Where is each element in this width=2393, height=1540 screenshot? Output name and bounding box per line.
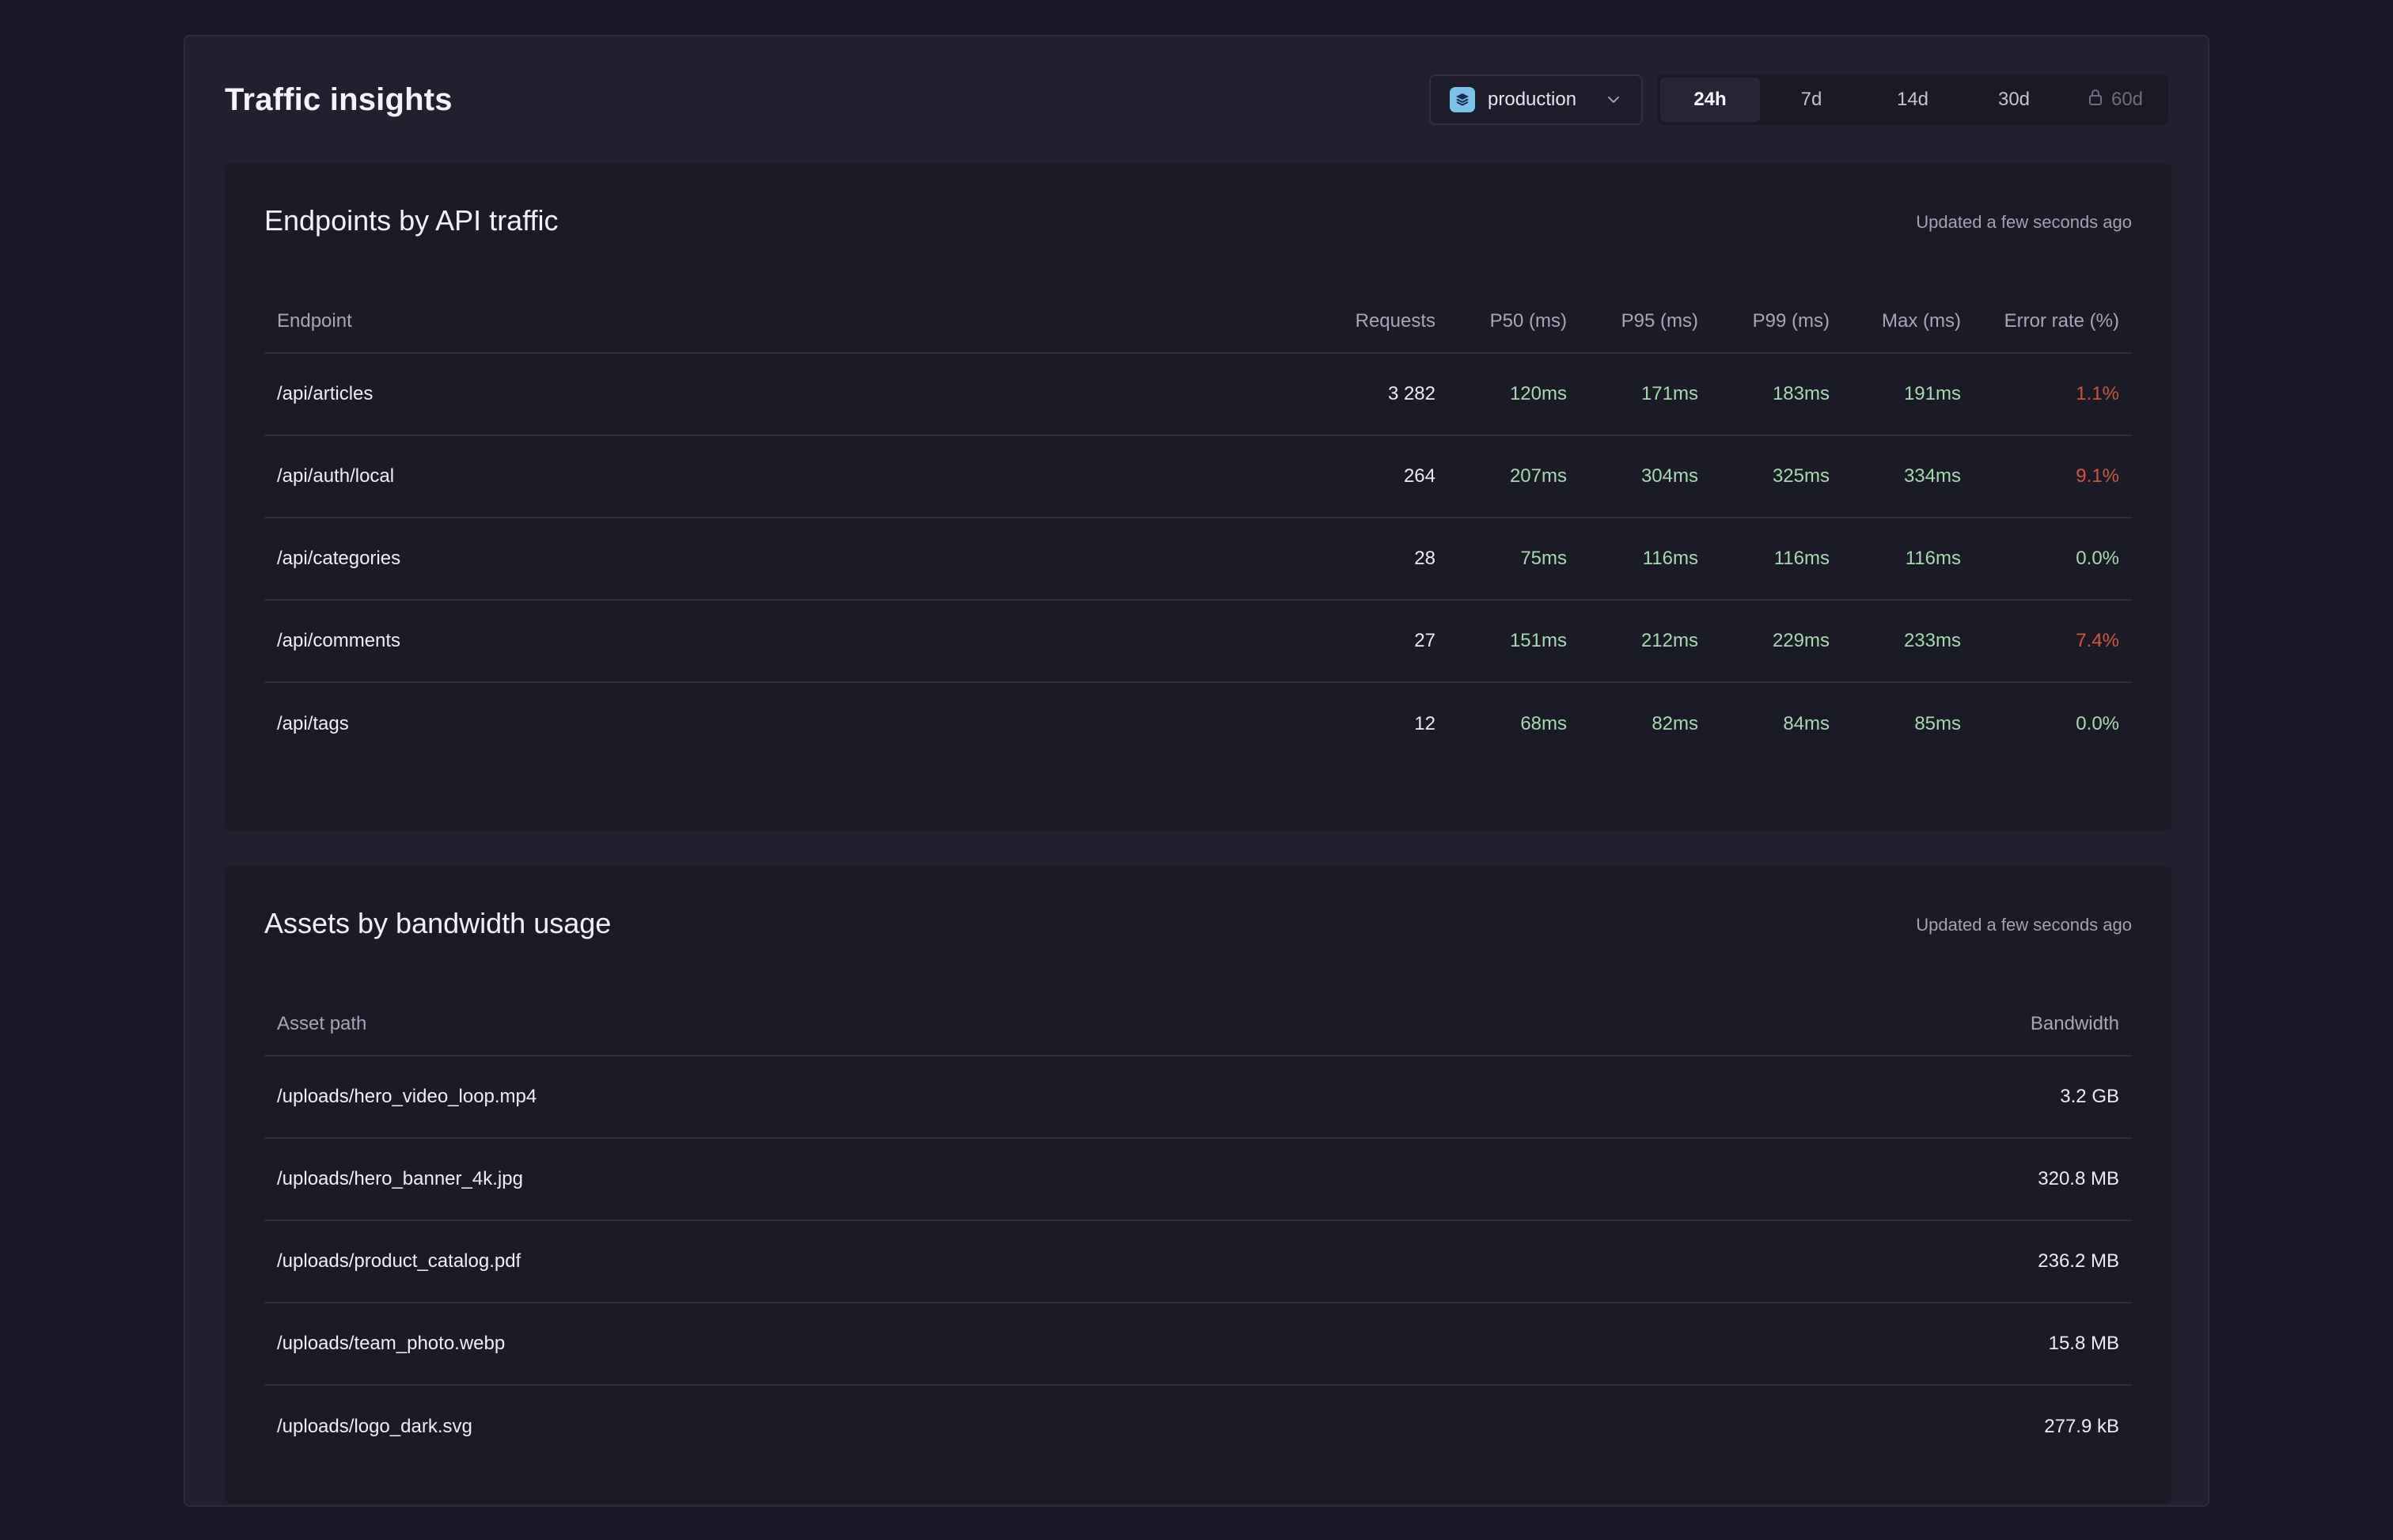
requests-cell: 3 282 — [1318, 353, 1448, 436]
range-label: 60d — [2110, 89, 2144, 110]
p99-cell: 84ms — [1783, 712, 1830, 734]
endpoint-cell: /api/auth/local — [264, 435, 1318, 518]
stack-icon — [1450, 87, 1475, 112]
table-row[interactable]: /api/comments 27 151ms 212ms 229ms 233ms 7.4% — [264, 600, 2132, 683]
bandwidth-cell: 320.8 MB — [1894, 1138, 2132, 1221]
error-rate-cell: 0.0% — [1974, 518, 2132, 601]
p50-cell: 68ms — [1520, 712, 1567, 734]
bandwidth-cell: 15.8 MB — [1894, 1303, 2132, 1386]
p50-cell: 151ms — [1448, 600, 1580, 683]
asset-path-cell: /uploads/hero_banner_4k.jpg — [264, 1138, 1894, 1221]
p95-cell: 212ms — [1580, 600, 1711, 683]
endpoint-cell: /api/comments — [264, 600, 1318, 683]
asset-path-cell: /uploads/product_catalog.pdf — [264, 1220, 1894, 1303]
col-requests[interactable]: Requests — [1318, 290, 1448, 354]
error-rate-cell: 7.4% — [1974, 600, 2132, 683]
p99-cell: 116ms — [1711, 518, 1842, 601]
endpoint-cell: /api/categories — [264, 518, 1318, 601]
asset-path-cell: /uploads/team_photo.webp — [264, 1303, 1894, 1386]
assets-title: Assets by bandwidth usage — [264, 907, 612, 939]
range-60d[interactable]: 60d — [2065, 78, 2165, 122]
p95-cell: 82ms — [1652, 712, 1698, 734]
table-row[interactable]: /api/articles 3 282 120ms 171ms 183ms 191ms 1.… — [264, 353, 2132, 436]
col-p95[interactable]: P95 (ms) — [1580, 290, 1711, 354]
range-label: 24h — [1693, 89, 1727, 110]
assets-card: Assets by bandwidth usage Updated a few … — [225, 866, 2171, 1504]
endpoints-table: Endpoint Requests P50 (ms) P95 (ms) P99 … — [264, 290, 2132, 764]
table-row[interactable]: /api/categories 28 75ms 116ms 116ms 116ms 0.0% — [264, 518, 2132, 601]
max-cell: 191ms — [1842, 353, 1974, 436]
bandwidth-cell: 277.9 kB — [2044, 1415, 2119, 1437]
table-row[interactable]: /uploads/hero_banner_4k.jpg 320.8 MB — [264, 1138, 2132, 1221]
traffic-insights-panel: Traffic insights production 24h 7d 14d 30d 6… — [184, 35, 2209, 1507]
endpoint-cell: /api/articles — [264, 353, 1318, 436]
header-controls: production 24h 7d 14d 30d 60d — [1429, 74, 2168, 125]
error-rate-cell: 1.1% — [1974, 353, 2132, 436]
requests-cell: 27 — [1318, 600, 1448, 683]
table-row[interactable]: /api/tags 12 68ms 82ms 84ms 85ms 0.0% — [264, 682, 2132, 764]
asset-path-cell: /uploads/logo_dark.svg — [277, 1415, 472, 1437]
error-rate-cell: 0.0% — [2076, 712, 2119, 734]
table-row[interactable]: /uploads/hero_video_loop.mp4 3.2 GB — [264, 1056, 2132, 1139]
range-7d[interactable]: 7d — [1762, 78, 1861, 122]
range-label: 14d — [1896, 89, 1929, 110]
col-p50[interactable]: P50 (ms) — [1448, 290, 1580, 354]
col-endpoint[interactable]: Endpoint — [264, 290, 1318, 354]
endpoints-updated: Updated a few seconds ago — [1916, 212, 2132, 232]
col-p99[interactable]: P99 (ms) — [1711, 290, 1842, 354]
lock-icon — [2088, 89, 2103, 112]
p99-cell: 325ms — [1711, 435, 1842, 518]
requests-cell: 264 — [1318, 435, 1448, 518]
p50-cell: 75ms — [1448, 518, 1580, 601]
asset-path-cell: /uploads/hero_video_loop.mp4 — [264, 1056, 1894, 1139]
range-14d[interactable]: 14d — [1863, 78, 1963, 122]
col-error-rate[interactable]: Error rate (%) — [1974, 290, 2132, 354]
page-title: Traffic insights — [225, 82, 453, 117]
time-range-selector: 24h 7d 14d 30d 60d — [1657, 74, 2168, 125]
p50-cell: 120ms — [1448, 353, 1580, 436]
table-row[interactable]: /uploads/product_catalog.pdf 236.2 MB — [264, 1220, 2132, 1303]
chevron-down-icon — [1605, 91, 1622, 108]
p50-cell: 207ms — [1448, 435, 1580, 518]
range-24h[interactable]: 24h — [1660, 78, 1760, 122]
range-label: 30d — [1997, 89, 2031, 110]
p99-cell: 229ms — [1711, 600, 1842, 683]
bandwidth-cell: 3.2 GB — [1894, 1056, 2132, 1139]
max-cell: 85ms — [1914, 712, 1961, 734]
bandwidth-cell: 236.2 MB — [1894, 1220, 2132, 1303]
endpoints-title: Endpoints by API traffic — [264, 204, 559, 237]
panel-header: Traffic insights production 24h 7d 14d 30d 6… — [225, 74, 2168, 125]
assets-header-row: Asset path Bandwidth — [264, 992, 2132, 1056]
range-label: 7d — [1800, 89, 1822, 110]
max-cell: 334ms — [1842, 435, 1974, 518]
p99-cell: 183ms — [1711, 353, 1842, 436]
requests-cell: 12 — [1414, 712, 1435, 734]
table-row[interactable]: /uploads/logo_dark.svg 277.9 kB — [264, 1385, 2132, 1467]
error-rate-cell: 9.1% — [1974, 435, 2132, 518]
endpoints-header-row: Endpoint Requests P50 (ms) P95 (ms) P99 … — [264, 290, 2132, 354]
assets-updated: Updated a few seconds ago — [1916, 915, 2132, 935]
p95-cell: 171ms — [1580, 353, 1711, 436]
table-row[interactable]: /api/auth/local 264 207ms 304ms 325ms 334ms 9.… — [264, 435, 2132, 518]
max-cell: 233ms — [1842, 600, 1974, 683]
range-30d[interactable]: 30d — [1964, 78, 2064, 122]
endpoint-cell: /api/tags — [277, 712, 349, 734]
col-bandwidth[interactable]: Bandwidth — [1894, 992, 2132, 1056]
max-cell: 116ms — [1842, 518, 1974, 601]
table-row[interactable]: /uploads/team_photo.webp 15.8 MB — [264, 1303, 2132, 1386]
p95-cell: 116ms — [1580, 518, 1711, 601]
environment-label: production — [1488, 89, 1577, 110]
requests-cell: 28 — [1318, 518, 1448, 601]
environment-select[interactable]: production — [1429, 74, 1643, 125]
endpoints-card: Endpoints by API traffic Updated a few s… — [225, 163, 2171, 831]
col-asset-path[interactable]: Asset path — [264, 992, 1894, 1056]
p95-cell: 304ms — [1580, 435, 1711, 518]
col-max[interactable]: Max (ms) — [1842, 290, 1974, 354]
assets-table: Asset path Bandwidth /uploads/hero_video… — [264, 992, 2132, 1467]
